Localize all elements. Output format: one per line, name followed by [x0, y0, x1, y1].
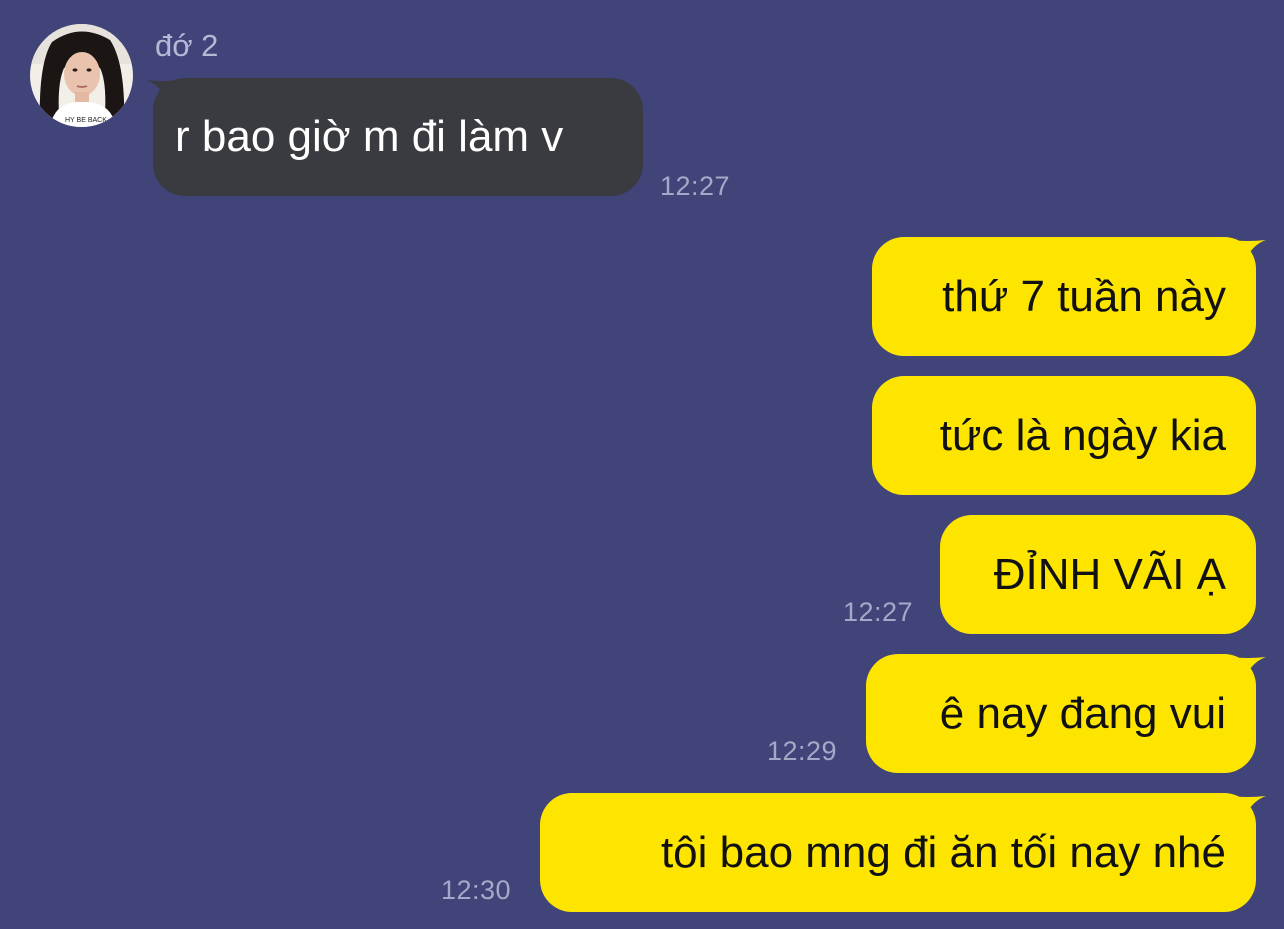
message-timestamp: 12:29 [767, 736, 838, 766]
message-bubble-incoming[interactable]: r bao giờ m đi làm v [153, 78, 643, 196]
message-bubble-outgoing[interactable]: tôi bao mng đi ăn tối nay nhé [540, 793, 1256, 912]
message-text: tôi bao mng đi ăn tối nay nhé [660, 827, 1226, 877]
message-text: thứ 7 tuần này [942, 271, 1226, 321]
message-bubble-outgoing[interactable]: tức là ngày kia [872, 376, 1256, 495]
avatar-photo: HY BE BACK [30, 24, 133, 127]
message-bubble-outgoing[interactable]: ê nay đang vui [866, 654, 1256, 773]
message-text: ê nay đang vui [939, 688, 1226, 738]
message-timestamp: 12:27 [843, 597, 914, 627]
message-text: tức là ngày kia [939, 410, 1226, 460]
avatar[interactable]: HY BE BACK [30, 24, 133, 127]
sender-name: đớ 2 [155, 28, 219, 63]
avatar-caption: HY BE BACK [65, 117, 107, 124]
message-text: ĐỈNH VÃI Ạ [993, 549, 1226, 599]
message-bubble-outgoing[interactable]: thứ 7 tuần này [872, 237, 1256, 356]
message-timestamp: 12:27 [660, 171, 731, 201]
message-timestamp: 12:30 [441, 875, 512, 905]
message-bubble-outgoing[interactable]: ĐỈNH VÃI Ạ [940, 515, 1256, 634]
message-text: r bao giờ m đi làm v [175, 112, 564, 161]
